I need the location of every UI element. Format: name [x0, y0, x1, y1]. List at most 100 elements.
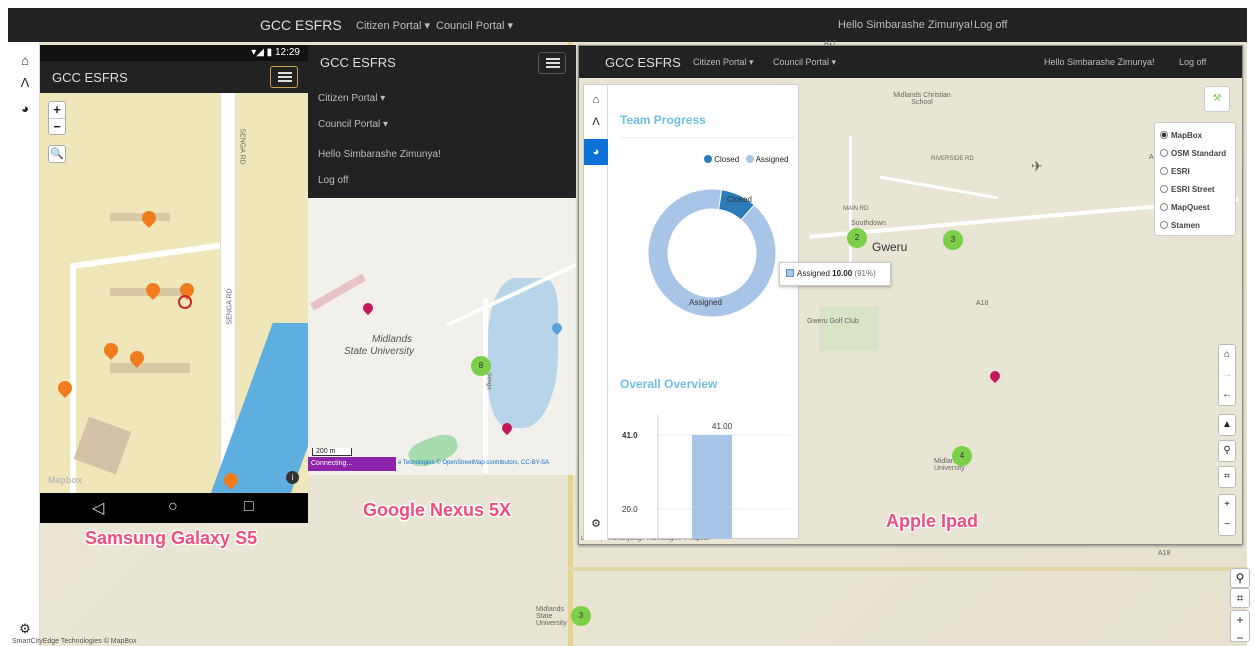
background-label-a18: A18 [1158, 550, 1171, 557]
menu-item-logoff[interactable]: Log off [318, 175, 348, 186]
background-sidebar: ⌂ Λ ◕ ⚙ [8, 42, 40, 646]
road-icon[interactable]: Λ [18, 76, 32, 90]
gear-icon[interactable]: ⚙ [589, 517, 603, 531]
layer-option[interactable]: Stamen [1160, 217, 1230, 235]
pie-chart-icon[interactable]: ◕ [18, 102, 32, 116]
nexus-brand[interactable]: GCC ESFRS [320, 55, 396, 70]
ipad-nav-citizen[interactable]: Citizen Portal ▾ [693, 57, 754, 68]
home-extent-icon[interactable]: ⌂ [1219, 345, 1235, 365]
radio-icon[interactable] [1160, 221, 1168, 229]
map-label-gweru: Gweru [872, 240, 908, 254]
samsung-brand[interactable]: GCC ESFRS [52, 70, 128, 85]
map-cluster[interactable]: 3 [943, 230, 963, 250]
background-location-icon[interactable]: ⚲ [1230, 568, 1250, 588]
samsung-zoom-control[interactable]: + − [48, 101, 66, 135]
basemap-layer-list: MapBox OSM Standard ESRI ESRI Street Map… [1154, 122, 1236, 236]
map-label-main-rd: MAIN RD [843, 206, 869, 212]
map-cluster[interactable]: 2 [847, 228, 867, 248]
background-cluster[interactable]: 3 [571, 606, 591, 626]
ipad-device-frame: GCC ESFRS Citizen Portal ▾ Council Porta… [578, 45, 1243, 545]
location-pin[interactable] [987, 368, 1003, 384]
layer-option[interactable]: ESRI [1160, 163, 1230, 181]
search-icon[interactable]: 🔍 [48, 145, 66, 163]
layers-toggle-icon[interactable]: ⚒ [1204, 86, 1230, 112]
background-logoff[interactable]: Log off [974, 19, 1007, 31]
layer-option[interactable]: MapQuest [1160, 199, 1230, 217]
zoom-in-button[interactable]: + [49, 102, 65, 118]
overall-overview-chart: 41.0 20.0 41.00 [622, 415, 790, 539]
back-button[interactable]: ◁ [92, 498, 104, 518]
connection-status: Connecting... [308, 457, 396, 471]
ipad-brand[interactable]: GCC ESFRS [605, 55, 681, 70]
map-attribution: e Tecnologies © OpenStreetMap contributo… [398, 460, 550, 466]
android-nav-bar: ◁ ○ □ [40, 493, 308, 523]
background-zoom-control[interactable]: + − [1230, 610, 1250, 645]
team-progress-donut[interactable]: Closed Assigned [644, 185, 784, 325]
background-nav-citizen[interactable]: Citizen Portal ▾ [356, 19, 430, 32]
ipad-nav-council[interactable]: Council Portal ▾ [773, 57, 836, 68]
y-tick-label: 41.0 [622, 431, 638, 440]
ipad-logoff[interactable]: Log off [1179, 57, 1206, 67]
background-nav-council[interactable]: Council Portal ▾ [436, 19, 513, 32]
chart-tooltip: Assigned 10.00 (91%) [779, 262, 891, 286]
map-cluster[interactable]: 8 [471, 356, 491, 376]
gear-icon[interactable]: ⚙ [18, 622, 32, 636]
radio-icon[interactable] [1160, 203, 1168, 211]
zoom-out-button[interactable]: − [49, 118, 65, 134]
map-park [819, 306, 879, 351]
legend-item-assigned[interactable]: Assigned [745, 155, 789, 164]
pie-chart-icon[interactable]: ◕ [584, 139, 608, 165]
map-attribution: Mapbox [48, 475, 83, 485]
layer-option[interactable]: OSM Standard [1160, 145, 1230, 163]
forward-arrow-icon[interactable]: → [1219, 365, 1235, 385]
menu-item-council-portal[interactable]: Council Portal ▾ [318, 119, 388, 130]
radio-selected-icon[interactable] [1160, 131, 1168, 139]
layer-option[interactable]: MapBox [1160, 127, 1230, 145]
info-icon[interactable]: i [286, 471, 299, 484]
road-icon[interactable]: Λ [589, 115, 603, 129]
background-navbar: GCC ESFRS Citizen Portal ▾ Council Porta… [8, 8, 1247, 42]
radio-icon[interactable] [1160, 185, 1168, 193]
ipad-label: Apple Ipad [886, 511, 979, 531]
mountain-icon[interactable]: ▲ [1218, 414, 1236, 436]
road-label: Senga [485, 372, 492, 390]
nexus-label: Google Nexus 5X [363, 500, 512, 520]
map-building [110, 213, 170, 221]
background-crop-icon[interactable]: ⌗ [1230, 588, 1250, 608]
layer-option[interactable]: ESRI Street [1160, 181, 1230, 199]
recent-apps-button[interactable]: □ [244, 498, 254, 516]
selected-marker-ring [178, 295, 192, 309]
location-pin[interactable] [360, 300, 376, 316]
map-label-a18: A18 [976, 300, 989, 307]
radio-icon[interactable] [1160, 149, 1168, 157]
home-button[interactable]: ○ [168, 498, 178, 516]
bar[interactable] [692, 435, 732, 539]
back-arrow-icon[interactable]: ← [1219, 385, 1235, 405]
map-road [310, 273, 366, 311]
location-icon[interactable]: ⚲ [1218, 440, 1236, 462]
background-greeting[interactable]: Hello Simbarashe Zimunya! [838, 19, 973, 31]
home-icon[interactable]: ⌂ [589, 93, 603, 107]
airport-icon: ✈ [1031, 158, 1043, 174]
menu-item-citizen-portal[interactable]: Citizen Portal ▾ [318, 93, 385, 104]
map-road [879, 175, 999, 200]
nexus-map[interactable]: Midlands State University Senga 8 3 200 … [308, 198, 576, 475]
hamburger-menu-button[interactable] [538, 52, 566, 74]
map-cluster[interactable]: 4 [952, 446, 972, 466]
map-title-line2: State University [344, 346, 415, 357]
crop-icon[interactable]: ⌗ [1218, 466, 1236, 488]
ipad-zoom-control[interactable]: + − [1218, 494, 1236, 536]
dashboard-panel: ⌂ Λ ◕ ⚙ Team Progress Closed Assigned Cl… [583, 84, 799, 540]
bar-data-label: 41.00 [712, 422, 733, 431]
background-brand[interactable]: GCC ESFRS [260, 17, 342, 33]
scale-bar: 200 m [312, 448, 352, 456]
home-icon[interactable]: ⌂ [18, 54, 32, 68]
radio-icon[interactable] [1160, 167, 1168, 175]
ipad-greeting[interactable]: Hello Simbarashe Zimunya! [1044, 57, 1155, 67]
panel-sidebar: ⌂ Λ ◕ ⚙ [584, 85, 608, 540]
map-label-school: Midlands Christian School [893, 92, 951, 106]
hamburger-menu-button[interactable] [270, 66, 298, 88]
menu-item-greeting[interactable]: Hello Simbarashe Zimunya! [318, 149, 441, 160]
samsung-map[interactable]: SENGA RD SENGA RD + − 🔍 Mapbox i [40, 93, 308, 493]
legend-item-closed[interactable]: Closed [704, 155, 739, 164]
